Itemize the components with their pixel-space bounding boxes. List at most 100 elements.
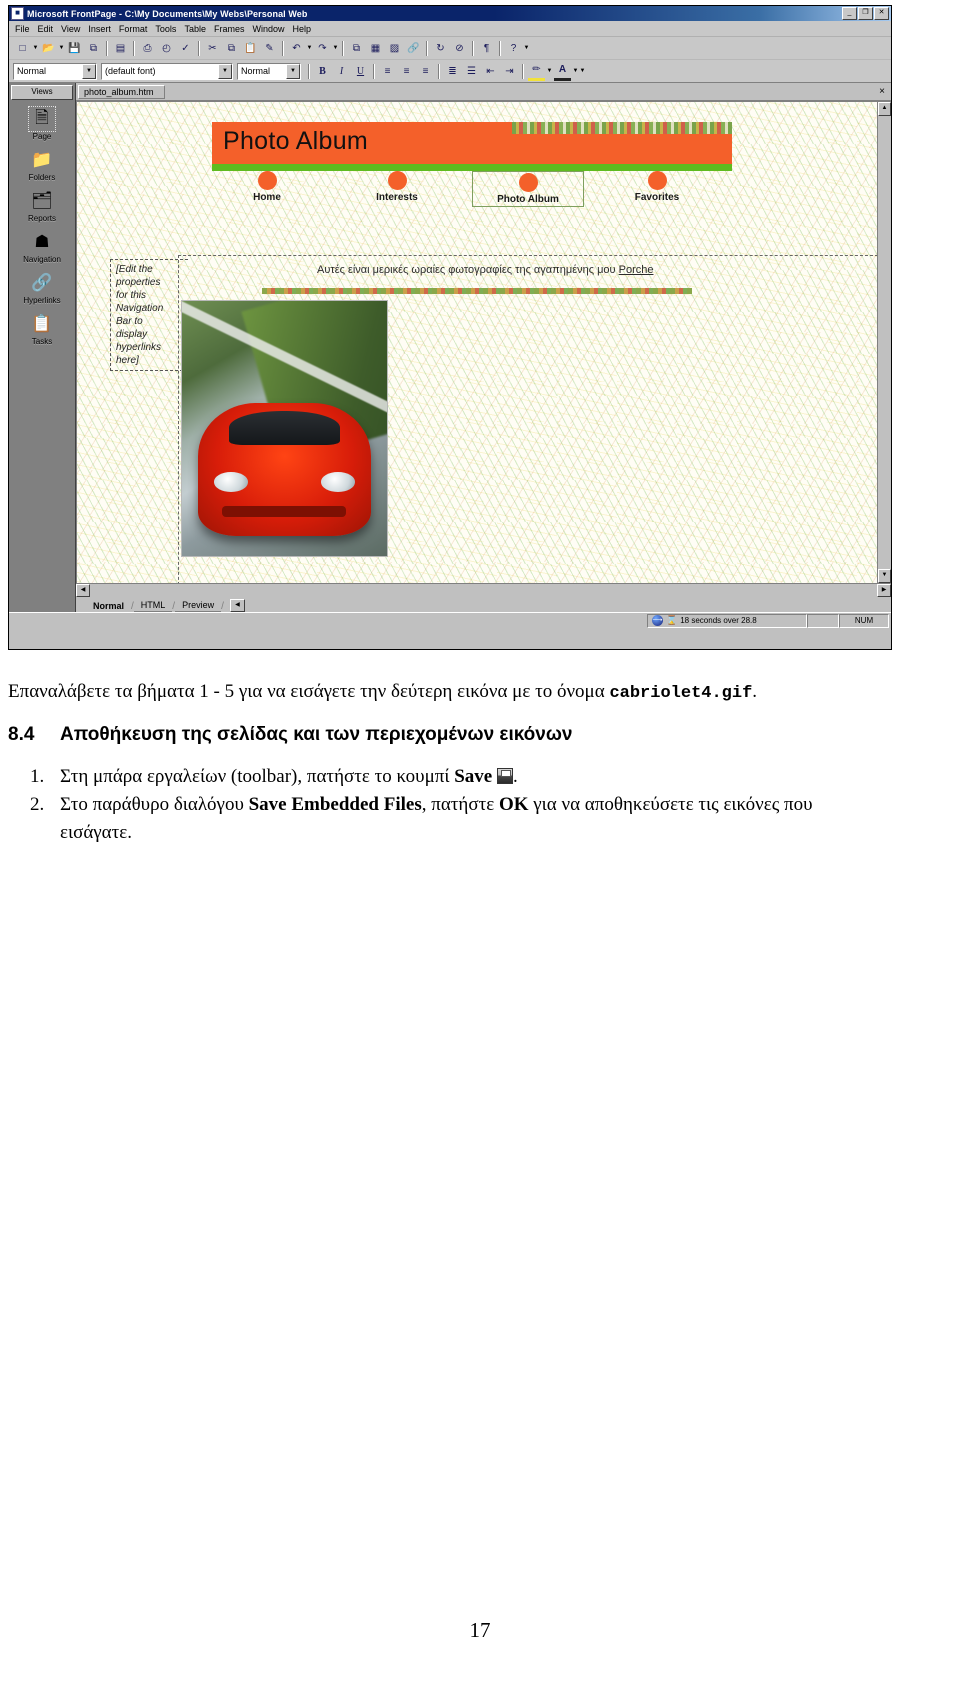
menu-item-file[interactable]: File xyxy=(15,24,30,34)
font-size-select-value: Normal xyxy=(241,66,271,76)
open-icon[interactable]: 📂 xyxy=(40,40,57,57)
stop-icon[interactable]: ⊘ xyxy=(451,40,468,57)
font-size-select[interactable]: Normal ▼ xyxy=(237,62,301,80)
banner-green-stripe xyxy=(212,164,732,171)
layout-guide-top xyxy=(178,255,877,256)
sidebar-item-reports[interactable]: 🗂 Reports xyxy=(10,189,74,223)
menu-item-table[interactable]: Table xyxy=(184,24,206,34)
refresh-icon[interactable]: ↻ xyxy=(432,40,449,57)
numbered-list-button[interactable]: ≣ xyxy=(444,63,461,80)
folder-list-icon[interactable]: ▤ xyxy=(112,40,129,57)
italic-button[interactable]: I xyxy=(333,63,350,80)
cut-icon[interactable]: ✂ xyxy=(204,40,221,57)
underline-button[interactable]: U xyxy=(352,63,369,80)
style-select[interactable]: Normal ▼ xyxy=(13,62,97,80)
vertical-scrollbar[interactable]: ▲ ▼ xyxy=(877,102,891,583)
preview-in-browser-icon[interactable]: ◴ xyxy=(158,40,175,57)
document-body: Επαναλάβετε τα βήματα 1 - 5 για να εισάγ… xyxy=(8,678,888,847)
redo-icon[interactable]: ↷ xyxy=(314,40,331,57)
nav-link-favorites[interactable]: Favorites xyxy=(602,171,712,203)
menu-item-format[interactable]: Format xyxy=(119,24,148,34)
copy-icon[interactable]: ⧉ xyxy=(223,40,240,57)
undo-dropdown-arrow[interactable]: ▼ xyxy=(306,45,313,51)
publish-web-icon[interactable]: ⧉ xyxy=(85,40,102,57)
spelling-icon[interactable]: ✓ xyxy=(177,40,194,57)
tab-html[interactable]: HTML xyxy=(133,599,173,612)
paste-icon[interactable]: 📋 xyxy=(242,40,259,57)
photo-headlight-right xyxy=(320,471,356,492)
menu-item-tools[interactable]: Tools xyxy=(155,24,176,34)
bulleted-list-button[interactable]: ☰ xyxy=(463,63,480,80)
align-center-button[interactable]: ≡ xyxy=(398,63,415,80)
show-marks-icon[interactable]: ¶ xyxy=(478,40,495,57)
chevron-down-icon[interactable]: ▼ xyxy=(286,63,300,79)
red-porsche-photo[interactable] xyxy=(181,300,388,557)
toolbar-overflow-arrow[interactable]: ▼ xyxy=(523,45,530,51)
menu-item-edit[interactable]: Edit xyxy=(38,24,54,34)
highlight-dropdown-arrow[interactable]: ▼ xyxy=(546,68,553,74)
menu-item-help[interactable]: Help xyxy=(292,24,311,34)
formatting-overflow-arrow[interactable]: ▼ xyxy=(579,68,586,74)
page-banner[interactable]: Photo Album xyxy=(212,122,732,164)
tab-scroll-button[interactable]: ◀ xyxy=(229,599,245,612)
save-icon[interactable]: 💾 xyxy=(66,40,83,57)
print-icon[interactable]: ⎙ xyxy=(139,40,156,57)
photo-caption: Αυτές είναι μερικές ωραίες φωτογραφίες τ… xyxy=(317,264,653,276)
close-button[interactable]: ✕ xyxy=(874,7,889,20)
chevron-down-icon[interactable]: ▼ xyxy=(218,63,232,79)
nav-link-home[interactable]: Home xyxy=(212,171,322,203)
menu-item-view[interactable]: View xyxy=(61,24,80,34)
page-canvas[interactable]: Photo Album Home Interests Photo Album F… xyxy=(77,102,877,583)
scroll-left-button[interactable]: ◀ xyxy=(76,584,90,597)
bold-button[interactable]: B xyxy=(314,63,331,80)
help-icon[interactable]: ? xyxy=(505,40,522,57)
chevron-down-icon[interactable]: ▼ xyxy=(82,63,96,79)
redo-dropdown-arrow[interactable]: ▼ xyxy=(332,45,339,51)
sidebar-item-tasks[interactable]: 📋 Tasks xyxy=(10,312,74,346)
minimize-button[interactable]: _ xyxy=(842,7,857,20)
scroll-up-button[interactable]: ▲ xyxy=(878,102,891,116)
sidebar-item-folders[interactable]: 📁 Folders xyxy=(10,148,74,182)
hyperlink-icon[interactable]: 🔗 xyxy=(405,40,422,57)
font-select[interactable]: (default font) ▼ xyxy=(101,62,233,80)
sidebar-item-page[interactable]: 🗎 Page xyxy=(10,106,74,141)
menu-item-frames[interactable]: Frames xyxy=(214,24,245,34)
caption-hyperlink[interactable]: Porche xyxy=(619,264,654,276)
font-color-dropdown-arrow[interactable]: ▼ xyxy=(572,68,579,74)
views-panel: Views 🗎 Page 📁 Folders 🗂 Reports ☗ Navig… xyxy=(9,83,76,612)
site-navigation-bar: Home Interests Photo Album Favorites xyxy=(212,171,772,211)
menu-item-insert[interactable]: Insert xyxy=(88,24,111,34)
insert-picture-icon[interactable]: ▨ xyxy=(386,40,403,57)
nav-link-photo-album[interactable]: Photo Album xyxy=(472,171,584,207)
nav-link-interests[interactable]: Interests xyxy=(342,171,452,203)
font-color-button[interactable]: A xyxy=(554,61,571,81)
menu-item-window[interactable]: Window xyxy=(252,24,284,34)
sidebar-item-hyperlinks[interactable]: 🔗 Hyperlinks xyxy=(10,271,74,305)
align-right-button[interactable]: ≡ xyxy=(417,63,434,80)
new-page-icon[interactable]: □ xyxy=(14,40,31,57)
scroll-down-button[interactable]: ▼ xyxy=(878,569,891,583)
navigation-bar-placeholder[interactable]: [Edit the properties for this Navigation… xyxy=(110,259,188,371)
window-title: Microsoft FrontPage - C:\My Documents\My… xyxy=(27,8,308,19)
increase-indent-button[interactable]: ⇥ xyxy=(501,63,518,80)
align-left-button[interactable]: ≡ xyxy=(379,63,396,80)
undo-icon[interactable]: ↶ xyxy=(288,40,305,57)
new-page-dropdown-arrow[interactable]: ▼ xyxy=(32,45,39,51)
section-title: Αποθήκευση της σελίδας και των περιεχομέ… xyxy=(60,724,573,745)
scroll-right-button[interactable]: ▶ xyxy=(877,584,891,597)
highlight-button[interactable]: ✏ xyxy=(528,61,545,81)
tab-preview[interactable]: Preview xyxy=(175,599,222,612)
close-icon[interactable]: × xyxy=(879,86,889,97)
sidebar-item-navigation[interactable]: ☗ Navigation xyxy=(10,230,74,264)
horizontal-scrollbar[interactable]: ◀ ▶ xyxy=(76,583,891,597)
format-painter-icon[interactable]: ✎ xyxy=(261,40,278,57)
insert-component-icon[interactable]: ⧉ xyxy=(348,40,365,57)
insert-table-icon[interactable]: ▦ xyxy=(367,40,384,57)
open-dropdown-arrow[interactable]: ▼ xyxy=(58,45,65,51)
decrease-indent-button[interactable]: ⇤ xyxy=(482,63,499,80)
tab-normal[interactable]: Normal xyxy=(86,600,131,612)
intro-text: Επαναλάβετε τα βήματα 1 - 5 για να εισάγ… xyxy=(8,681,610,702)
document-tab-photo-album[interactable]: photo_album.htm xyxy=(78,84,165,99)
restore-button[interactable]: ❐ xyxy=(858,7,873,20)
sidebar-item-label: Hyperlinks xyxy=(23,296,61,305)
